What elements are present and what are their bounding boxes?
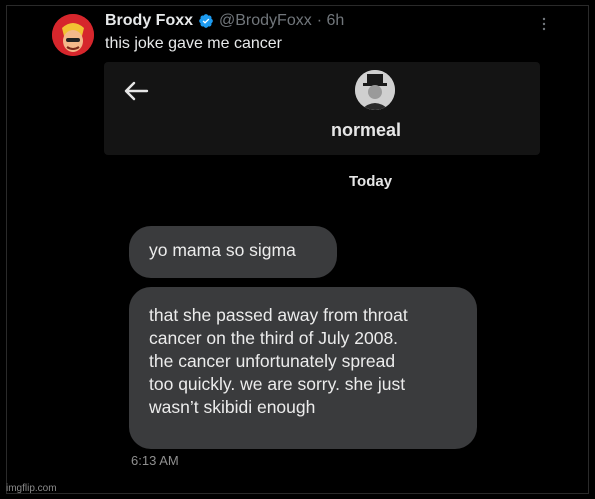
message-line: cancer on the third of July 2008. xyxy=(149,328,399,348)
message-line: wasn’t skibidi enough xyxy=(149,397,316,417)
message-line: the cancer unfortunately spread xyxy=(149,351,396,371)
date-separator: Today xyxy=(349,173,393,190)
more-options-icon[interactable] xyxy=(540,16,548,32)
verified-badge-icon xyxy=(199,14,213,28)
message-line: yo mama so sigma xyxy=(149,240,296,260)
message-bubble[interactable]: yo mama so sigma xyxy=(129,226,337,278)
message-bubble[interactable]: that she passed away from throat cancer … xyxy=(129,287,477,449)
message-line: that she passed away from throat xyxy=(149,305,408,325)
message-timestamp: 6:13 AM xyxy=(131,453,179,468)
tweet-author-row: Brody Foxx @BrodyFoxx · 6h xyxy=(105,12,344,30)
tweet-text: this joke gave me cancer xyxy=(105,35,282,52)
author-handle[interactable]: @BrodyFoxx xyxy=(219,12,312,30)
message-line: too quickly. we are sorry. she just xyxy=(149,374,406,394)
tweet-time[interactable]: · 6h xyxy=(317,12,345,30)
contact-avatar[interactable] xyxy=(355,70,395,110)
author-avatar[interactable] xyxy=(52,14,94,56)
author-display-name[interactable]: Brody Foxx xyxy=(105,12,193,30)
back-arrow-icon[interactable] xyxy=(123,80,149,102)
chat-header-panel xyxy=(104,62,540,155)
contact-name: normeal xyxy=(331,120,402,140)
watermark: imgflip.com xyxy=(6,483,57,494)
